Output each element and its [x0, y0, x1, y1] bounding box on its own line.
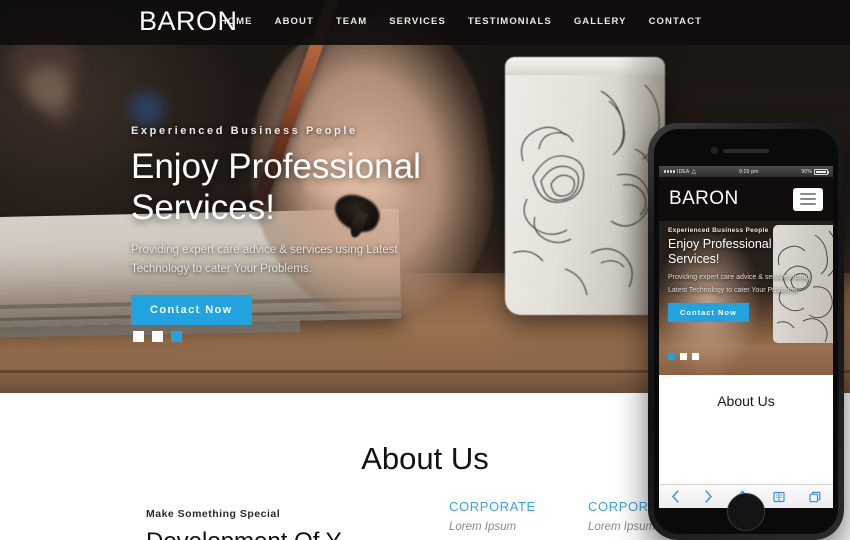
phone-slider-dots — [668, 353, 699, 360]
contact-now-button[interactable]: Contact Now — [131, 295, 252, 325]
phone-hero-heading-line1: Enjoy Professional — [668, 237, 772, 251]
phone-home-button[interactable] — [727, 493, 765, 531]
phone-slider-dot-1[interactable] — [668, 353, 675, 360]
battery-percent-label: 90% — [801, 168, 812, 175]
phone-site-logo[interactable]: BARON — [669, 188, 739, 210]
nav-item-testimonials[interactable]: TESTIMONIALS — [468, 16, 552, 27]
hero-eyebrow: Experienced Business People — [131, 125, 358, 137]
back-icon[interactable] — [671, 490, 680, 503]
slider-dot-1[interactable] — [133, 331, 144, 342]
phone-about-title: About Us — [659, 375, 833, 427]
hero-content: Experienced Business People Enjoy Profes… — [131, 125, 531, 325]
nav-item-contact[interactable]: CONTACT — [649, 16, 702, 27]
phone-hero-subtext: Providing expert care advice & services … — [668, 274, 810, 294]
phone-navigation-bar: BARON — [659, 177, 833, 221]
bokeh-light-blue — [130, 92, 164, 126]
phone-speaker — [723, 149, 769, 153]
phone-hero-heading: Enjoy Professional Services! — [668, 237, 824, 267]
phone-slider-dot-3[interactable] — [692, 353, 699, 360]
slider-dots — [133, 331, 182, 342]
nav-item-team[interactable]: TEAM — [336, 16, 367, 27]
bookmarks-icon[interactable] — [773, 491, 785, 503]
phone-hero-eyebrow: Experienced Business People — [668, 227, 769, 234]
landing-page-screenshot: BARON HOME ABOUT TEAM SERVICES TESTIMONI… — [0, 0, 850, 540]
battery-icon — [813, 168, 830, 175]
phone-hero-heading-line2: Services! — [668, 252, 720, 266]
hero-heading-line1: Enjoy Professional — [131, 147, 421, 186]
hero-subtext: Providing expert care advice & services … — [131, 244, 398, 275]
about-column-subtitle: Lorem Ipsum — [449, 521, 517, 533]
phone-mockup: IDEA △ 9:20 pm 90% BARON Experienced Bus… — [648, 123, 844, 540]
about-column-1: CORPORATE Lorem Ipsum — [449, 499, 536, 533]
bokeh-light — [44, 92, 74, 122]
status-right: 90% — [801, 168, 830, 175]
nav-item-gallery[interactable]: GALLERY — [574, 16, 627, 27]
status-time: 9:20 pm — [739, 168, 759, 175]
about-column-title: CORPORATE — [449, 499, 536, 514]
phone-screen: IDEA △ 9:20 pm 90% BARON Experienced Bus… — [659, 166, 833, 508]
wifi-icon: △ — [691, 168, 697, 175]
about-kicker: Make Something Special — [146, 508, 281, 520]
phone-contact-now-button[interactable]: Contact Now — [668, 303, 749, 322]
about-headline: Development Of Y — [146, 528, 396, 540]
main-navigation: HOME ABOUT TEAM SERVICES TESTIMONIALS GA… — [220, 16, 702, 27]
slider-dot-2[interactable] — [152, 331, 163, 342]
hamburger-menu-icon[interactable] — [793, 187, 823, 211]
nav-item-home[interactable]: HOME — [220, 16, 253, 27]
about-left-column: Make Something Special Development Of Y — [146, 508, 396, 540]
nav-item-services[interactable]: SERVICES — [389, 16, 446, 27]
phone-slider-dot-2[interactable] — [680, 353, 687, 360]
carrier-label: IDEA — [677, 168, 690, 175]
signal-icon — [664, 170, 675, 173]
phone-hero-content: Experienced Business People Enjoy Profes… — [659, 221, 833, 322]
nav-item-about[interactable]: ABOUT — [275, 16, 314, 27]
status-left: IDEA △ — [664, 169, 696, 175]
tabs-icon[interactable] — [809, 491, 821, 503]
phone-camera-icon — [711, 147, 718, 154]
hero-heading: Enjoy Professional Services! — [131, 146, 531, 228]
hero-heading-line2: Services! — [131, 188, 275, 227]
forward-icon[interactable] — [704, 490, 713, 503]
phone-status-bar: IDEA △ 9:20 pm 90% — [659, 166, 833, 177]
slider-dot-3[interactable] — [171, 331, 182, 342]
phone-hero-section: BARON Experienced Business People Enjoy … — [659, 177, 833, 375]
